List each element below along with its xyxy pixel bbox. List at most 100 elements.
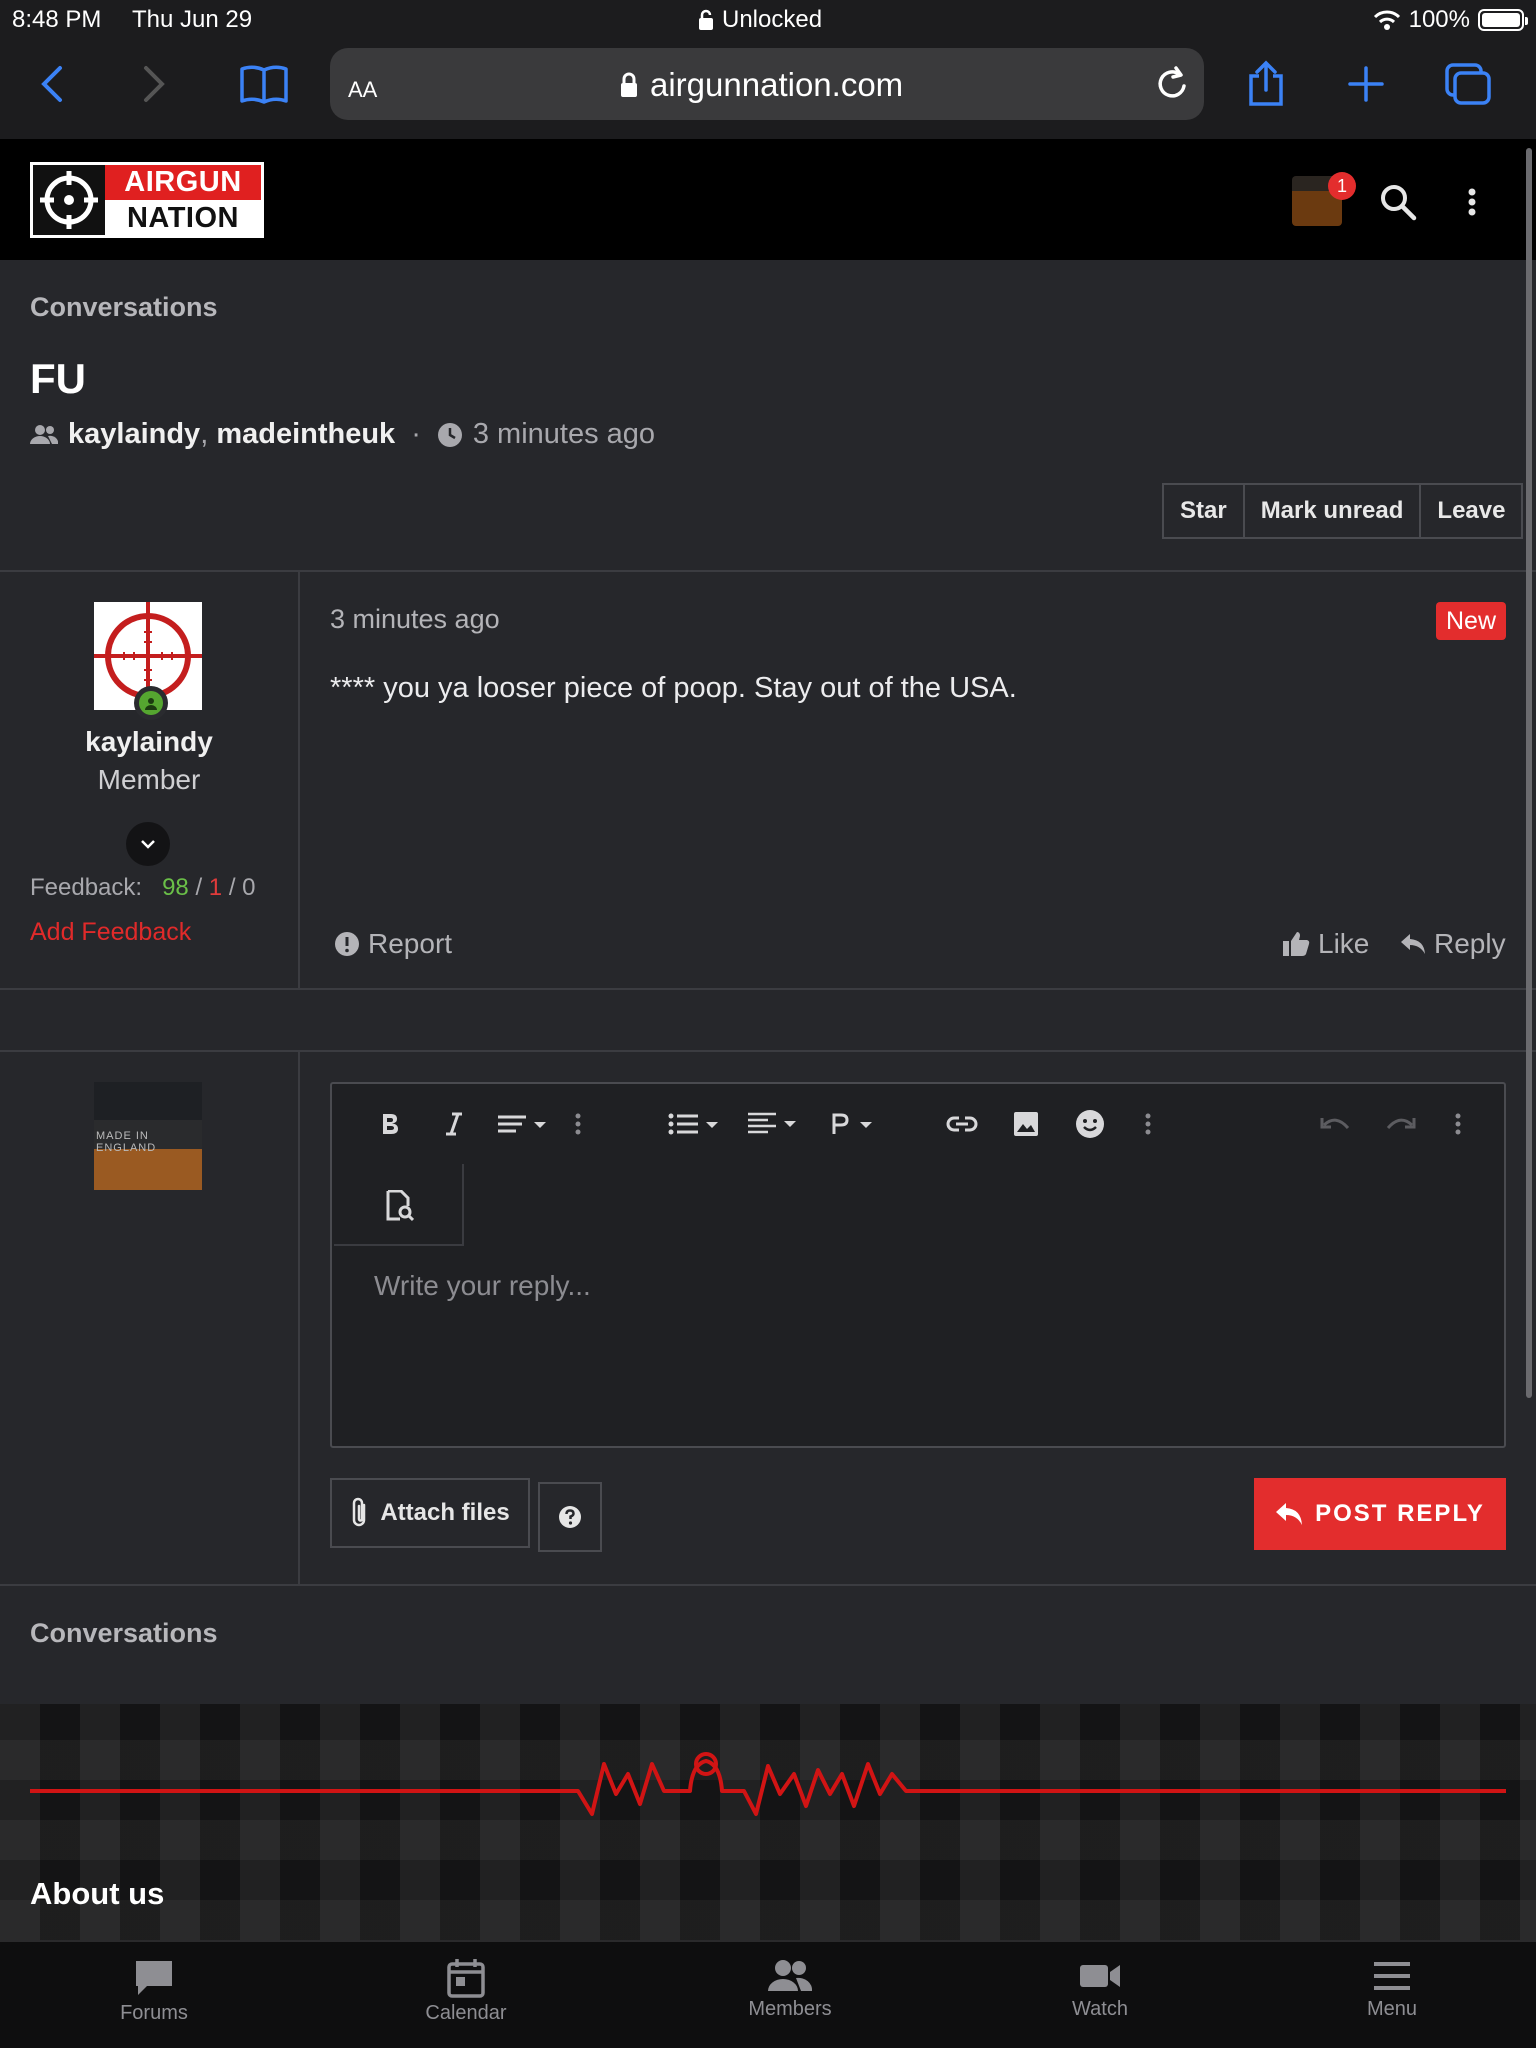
more-vertical-icon [575,1113,581,1135]
expand-user-info-button[interactable] [126,822,170,866]
conversation-actions: Star Mark unread Leave [1162,483,1524,539]
reader-aa-button[interactable]: AA [348,68,377,105]
message-time[interactable]: 3 minutes ago [330,604,500,635]
italic-button[interactable] [434,1104,474,1144]
status-date: Thu Jun 29 [132,6,253,33]
list-dropdown[interactable] [666,1104,726,1144]
feedback-neutral[interactable]: 0 [242,874,255,901]
chevron-left-icon [41,66,62,102]
share-button[interactable] [1234,60,1298,108]
smiley-icon [1076,1110,1104,1138]
more-insert-options-button[interactable] [1138,1104,1158,1144]
paragraph-dropdown[interactable] [828,1104,888,1144]
align-left-icon [748,1112,796,1134]
search-button[interactable] [1378,182,1418,227]
current-user-avatar[interactable]: MADE IN ENGLAND [94,1082,202,1190]
preview-button[interactable] [380,1186,420,1226]
address-bar[interactable]: AA airgunnation.com [330,48,1204,120]
tab-menu[interactable]: Menu [1312,1958,1472,2021]
search-icon [1381,185,1417,221]
redo-button[interactable] [1380,1104,1420,1144]
text-style-dropdown[interactable] [492,1104,552,1144]
new-tab-button[interactable] [1334,60,1398,108]
emoji-button[interactable] [1070,1104,1110,1144]
online-indicator [134,686,168,720]
breadcrumb[interactable]: Conversations [30,1618,218,1649]
site-footer: About us [0,1704,1536,1940]
reload-button[interactable] [1154,64,1190,109]
tabs-button[interactable] [1436,60,1500,108]
tab-forums[interactable]: Forums [74,1958,234,2025]
author-name[interactable]: kaylaindy [0,726,298,758]
text-lines-icon [498,1115,546,1133]
notification-badge[interactable]: 1 [1328,172,1356,200]
more-menu-button[interactable] [1462,182,1482,227]
page-scrollbar[interactable] [1526,148,1532,1398]
tab-members[interactable]: Members [710,1958,870,2021]
star-button[interactable]: Star [1164,485,1245,537]
reply-input[interactable]: Write your reply... [374,1270,591,1302]
more-editor-options-button[interactable] [1448,1104,1468,1144]
forums-icon [136,1961,172,1995]
report-button[interactable]: Report [334,928,452,960]
users-icon [30,424,58,444]
back-button[interactable] [20,60,84,108]
divider [0,988,1536,990]
add-feedback-link[interactable]: Add Feedback [30,918,191,947]
paragraph-icon [832,1113,872,1134]
tabs-icon [1445,63,1491,105]
divider [298,572,300,988]
wifi-icon [1373,10,1400,30]
more-vertical-icon [1455,1113,1461,1135]
participant-link[interactable]: madeintheuk [216,418,395,450]
tab-calendar[interactable]: Calendar [386,1958,546,2025]
insert-image-button[interactable] [1006,1104,1046,1144]
feedback-positive[interactable]: 98 [162,874,189,901]
feedback-stats: Feedback: 98 / 1 / 0 [30,874,256,901]
crosshair-logo-icon [33,165,105,235]
message-body: **** you ya looser piece of poop. Stay o… [330,672,1017,704]
more-text-options-button[interactable] [568,1104,588,1144]
align-dropdown[interactable] [744,1104,804,1144]
site-logo[interactable]: AIRGUN NATION [30,162,264,238]
insert-link-button[interactable] [942,1104,982,1144]
video-camera-icon [1080,1965,1120,1987]
help-button[interactable] [538,1482,602,1552]
site-header: AIRGUN NATION [0,140,1536,260]
tab-watch[interactable]: Watch [1020,1958,1180,2021]
participant-link[interactable]: kaylaindy [68,418,200,450]
forward-button[interactable] [122,60,186,108]
reply-editor: Write your reply... [330,1082,1506,1448]
bold-icon [383,1114,398,1134]
bold-button[interactable] [370,1104,410,1144]
breadcrumb[interactable]: Conversations [30,292,218,323]
list-icon [668,1113,718,1135]
bookmarks-button[interactable] [232,60,296,108]
undo-button[interactable] [1316,1104,1356,1144]
leave-button[interactable]: Leave [1421,485,1521,537]
about-us-heading: About us [30,1876,165,1911]
browser-toolbar: AA airgunnation.com [0,40,1536,140]
status-bar: 8:48 PM Thu Jun 29 Unlocked 100% [0,0,1536,40]
reply-button[interactable]: Reply [1400,928,1506,960]
avatar-text: MADE IN ENGLAND [96,1130,157,1154]
redo-icon [1386,1118,1416,1130]
chevron-down-icon [141,840,155,849]
author-role: Member [97,764,201,795]
share-icon [1249,60,1283,106]
clock-icon [437,422,462,447]
italic-icon [446,1112,462,1136]
battery-percent: 100% [1408,6,1470,33]
status-time: 8:48 PM [12,6,102,33]
feedback-negative[interactable]: 1 [209,874,222,901]
mark-unread-button[interactable]: Mark unread [1245,485,1422,537]
calendar-icon [447,1959,485,1998]
divider [298,1052,300,1584]
logo-text-bottom: NATION [105,200,261,235]
post-reply-button[interactable]: POST REPLY [1254,1478,1506,1550]
like-button[interactable]: Like [1282,928,1369,960]
alert-icon [335,932,359,956]
image-icon [1014,1112,1038,1136]
attach-files-button[interactable]: Attach files [330,1478,530,1548]
divider [0,1584,1536,1586]
